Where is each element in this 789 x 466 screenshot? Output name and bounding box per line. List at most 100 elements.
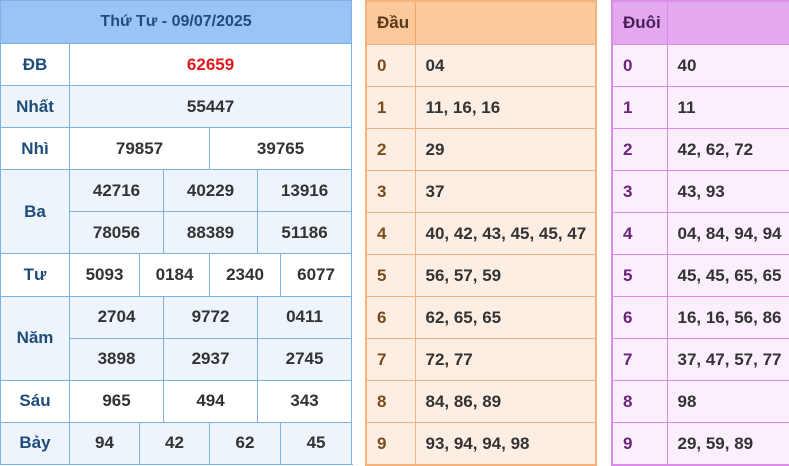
fifth-prize-value: 9772	[163, 295, 258, 339]
duoi-numbers: 29, 59, 89	[667, 422, 789, 465]
dau-numbers: 40, 42, 43, 45, 45, 47	[415, 212, 597, 255]
fifth-prize-value: 2704	[69, 295, 164, 339]
dau-row: 2 29	[366, 128, 597, 171]
duoi-digit: 5	[612, 254, 668, 297]
dau-row: 6 62, 65, 65	[366, 296, 597, 339]
prize-label-nhi: Nhì	[0, 127, 70, 171]
duoi-row: 3 43, 93	[612, 170, 789, 213]
dau-digit: 2	[366, 128, 416, 171]
duoi-row: 2 42, 62, 72	[612, 128, 789, 171]
duoi-digit: 9	[612, 422, 668, 465]
duoi-numbers: 40	[667, 44, 789, 87]
dau-digit: 6	[366, 296, 416, 339]
dau-digit: 7	[366, 338, 416, 381]
duoi-numbers: 16, 16, 56, 86	[667, 296, 789, 339]
third-prize-value: 88389	[163, 211, 258, 255]
third-prize-value: 40229	[163, 169, 258, 213]
duoi-digit: 3	[612, 170, 668, 213]
results-table: Thứ Tư - 09/07/2025 ĐB 62659 Nhất 55447 …	[0, 0, 353, 466]
prize-label-bay: Bảy	[0, 421, 70, 466]
second-prize-value: 79857	[69, 127, 210, 171]
fourth-prize-value: 2340	[209, 253, 281, 297]
duoi-row: 8 98	[612, 380, 789, 423]
dau-rows: 0 04 1 11, 16, 16 2 29 3 37 4 40, 42, 43, 45, 45,…	[366, 44, 597, 465]
dau-numbers: 37	[415, 170, 597, 213]
duoi-row: 6 16, 16, 56, 86	[612, 296, 789, 339]
dau-numbers: 72, 77	[415, 338, 597, 381]
duoi-header: Đuôi	[612, 1, 668, 45]
first-prize-value: 55447	[68, 85, 353, 129]
third-prize-value: 78056	[69, 211, 164, 255]
dau-row: 7 72, 77	[366, 338, 597, 381]
dau-row: 4 40, 42, 43, 45, 45, 47	[366, 212, 597, 255]
dau-numbers: 04	[415, 44, 597, 87]
dau-numbers: 11, 16, 16	[415, 86, 597, 129]
duoi-rows: 0 40 1 11 2 42, 62, 72 3 43, 93 4 04, 84, 94, 94 5…	[612, 44, 789, 465]
prize-label-nhat: Nhất	[0, 85, 70, 129]
duoi-row: 4 04, 84, 94, 94	[612, 212, 789, 255]
duoi-digit: 2	[612, 128, 668, 171]
dau-header: Đầu	[366, 1, 416, 45]
dau-numbers: 29	[415, 128, 597, 171]
duoi-digit: 1	[612, 86, 668, 129]
third-prize-value: 42716	[69, 169, 164, 213]
dau-digit: 3	[366, 170, 416, 213]
dau-numbers: 62, 65, 65	[415, 296, 597, 339]
draw-date-title: Thứ Tư - 09/07/2025	[0, 0, 353, 45]
dau-row: 5 56, 57, 59	[366, 254, 597, 297]
duoi-numbers: 43, 93	[667, 170, 789, 213]
fifth-prize-value: 3898	[69, 337, 164, 381]
dau-row: 3 37	[366, 170, 597, 213]
duoi-row: 0 40	[612, 44, 789, 87]
prize-label-ba: Ba	[0, 169, 70, 255]
duoi-digit: 4	[612, 212, 668, 255]
dau-digit: 8	[366, 380, 416, 423]
dau-digit: 9	[366, 422, 416, 465]
duoi-row: 7 37, 47, 57, 77	[612, 338, 789, 381]
prize-label-tu: Tư	[0, 253, 70, 297]
dau-digit: 1	[366, 86, 416, 129]
fifth-prize-value: 0411	[256, 295, 353, 339]
duoi-numbers: 37, 47, 57, 77	[667, 338, 789, 381]
fifth-prize-value: 2745	[256, 337, 353, 381]
fifth-prize-value: 2937	[163, 337, 258, 381]
duoi-numbers: 45, 45, 65, 65	[667, 254, 789, 297]
dau-digit: 4	[366, 212, 416, 255]
dau-numbers: 93, 94, 94, 98	[415, 422, 597, 465]
prize-label-nam: Năm	[0, 295, 70, 381]
duoi-digit: 0	[612, 44, 668, 87]
duoi-row: 9 29, 59, 89	[612, 422, 789, 465]
duoi-header-blank	[667, 1, 789, 45]
seventh-prize-value: 62	[209, 421, 281, 466]
fourth-prize-value: 0184	[139, 253, 210, 297]
prize-label-sau: Sáu	[0, 379, 70, 423]
duoi-numbers: 98	[667, 380, 789, 423]
duoi-row: 5 45, 45, 65, 65	[612, 254, 789, 297]
dau-row: 8 84, 86, 89	[366, 380, 597, 423]
fourth-prize-value: 5093	[69, 253, 140, 297]
seventh-prize-value: 42	[139, 421, 210, 466]
duoi-numbers: 04, 84, 94, 94	[667, 212, 789, 255]
duoi-table: Đuôi 0 40 1 11 2 42, 62, 72 3 43, 93 4 04, 84, 94…	[611, 0, 789, 466]
second-prize-value: 39765	[208, 127, 353, 171]
dau-row: 0 04	[366, 44, 597, 87]
third-prize-value: 51186	[256, 211, 353, 255]
seventh-prize-value: 94	[69, 421, 140, 466]
dau-numbers: 84, 86, 89	[415, 380, 597, 423]
dau-header-blank	[415, 1, 597, 45]
special-prize-value: 62659	[68, 43, 353, 87]
dau-row: 1 11, 16, 16	[366, 86, 597, 129]
third-prize-value: 13916	[256, 169, 353, 213]
sixth-prize-value: 965	[69, 379, 164, 423]
prize-label-db: ĐB	[0, 43, 70, 87]
duoi-digit: 7	[612, 338, 668, 381]
dau-numbers: 56, 57, 59	[415, 254, 597, 297]
duoi-digit: 6	[612, 296, 668, 339]
sixth-prize-value: 494	[163, 379, 258, 423]
duoi-row: 1 11	[612, 86, 789, 129]
duoi-numbers: 11	[667, 86, 789, 129]
dau-digit: 5	[366, 254, 416, 297]
duoi-numbers: 42, 62, 72	[667, 128, 789, 171]
dau-digit: 0	[366, 44, 416, 87]
fourth-prize-value: 6077	[279, 253, 353, 297]
